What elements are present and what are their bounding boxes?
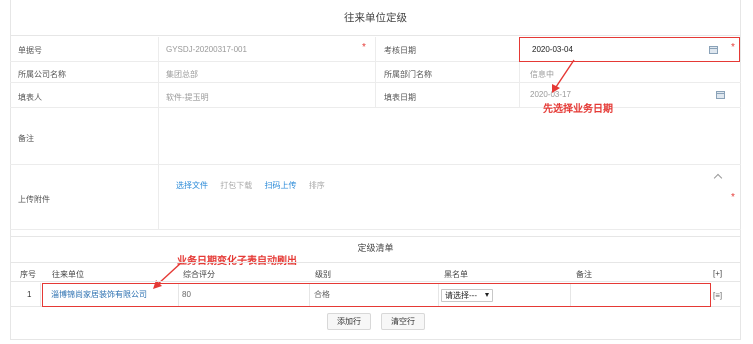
- grid-header-blacklist: 黑名单: [444, 270, 468, 279]
- grid-header-row: 序号 往来单位 综合评分 级别 黑名单 备注 [+]: [10, 262, 741, 282]
- row-menu-icon[interactable]: [≡]: [713, 291, 722, 300]
- grid-header-level: 级别: [315, 270, 331, 279]
- clear-rows-button[interactable]: 清空行: [381, 313, 425, 330]
- row-index: 1: [27, 290, 32, 299]
- annotation-grid-highlight: [42, 283, 711, 307]
- add-row-button[interactable]: 添加行: [327, 313, 371, 330]
- grid-header-index: 序号: [20, 270, 36, 279]
- grid-header-score: 综合评分: [183, 270, 215, 279]
- grid-header-unit: 往来单位: [52, 270, 84, 279]
- grid-header-remark: 备注: [576, 270, 592, 279]
- add-row-icon[interactable]: [+]: [713, 269, 722, 278]
